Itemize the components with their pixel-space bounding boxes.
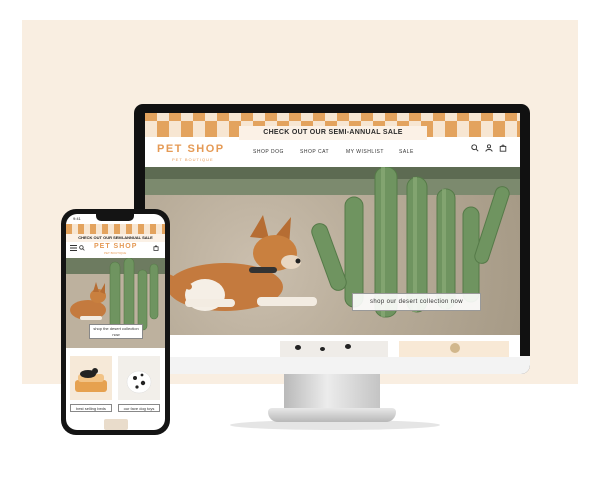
search-icon[interactable] xyxy=(471,144,479,152)
dog xyxy=(166,215,317,311)
product-tiles-row xyxy=(145,335,520,357)
account-icon[interactable] xyxy=(485,144,493,152)
header-icons xyxy=(471,144,507,152)
product-ball xyxy=(450,343,460,353)
hero-image[interactable]: shop our desert collection now xyxy=(145,167,520,335)
menu-icon[interactable] xyxy=(70,245,77,251)
phone-screen: 9:41 CHECK OUT OUR SEMI-ANNUAL SALE PET … xyxy=(66,214,165,430)
promo-banner[interactable]: CHECK OUT OUR SEMI-ANNUAL SALE xyxy=(66,234,165,242)
hero-cta-button[interactable]: shop the desert collection now xyxy=(89,324,143,339)
search-icon[interactable] xyxy=(79,245,85,251)
hero-cta-button[interactable]: shop our desert collection now xyxy=(352,293,481,311)
hero-image[interactable]: shop the desert collection now xyxy=(66,258,165,348)
phone-notch xyxy=(96,214,134,221)
monitor-base xyxy=(268,408,396,422)
product-tile-bed[interactable] xyxy=(70,356,112,400)
cart-icon[interactable] xyxy=(153,245,159,251)
spot xyxy=(295,345,301,350)
status-time: 9:41 xyxy=(73,216,81,221)
spot xyxy=(320,347,325,351)
brand-tagline: PET BOUTIQUE xyxy=(172,157,214,162)
nav-sale[interactable]: SALE xyxy=(399,149,414,155)
nav-shop-cat[interactable]: SHOP CAT xyxy=(300,149,329,155)
product-label-toys[interactable]: our fave dog toys xyxy=(118,404,160,412)
brand-logo[interactable]: PET SHOP xyxy=(94,243,137,250)
promo-banner[interactable]: CHECK OUT OUR SEMI-ANNUAL SALE xyxy=(239,126,427,140)
dog-toy-illustration xyxy=(126,370,152,394)
cart-icon[interactable] xyxy=(499,144,507,152)
next-section-peek xyxy=(104,419,128,430)
nav-shop-dog[interactable]: SHOP DOG xyxy=(253,149,284,155)
spot xyxy=(345,344,351,349)
monitor-chin xyxy=(134,356,530,374)
product-label-beds[interactable]: best selling beds xyxy=(70,404,112,412)
product-tile-toys[interactable] xyxy=(118,356,160,400)
desktop-screen: CHECK OUT OUR SEMI-ANNUAL SALE PET SHOP … xyxy=(145,113,520,357)
checker-pattern xyxy=(66,224,165,234)
brand-tagline: PET BOUTIQUE xyxy=(104,251,127,255)
brand-logo[interactable]: PET SHOP xyxy=(157,143,225,155)
nav-my-wishlist[interactable]: MY WISHLIST xyxy=(346,149,384,155)
dog-bed-illustration xyxy=(75,368,107,392)
